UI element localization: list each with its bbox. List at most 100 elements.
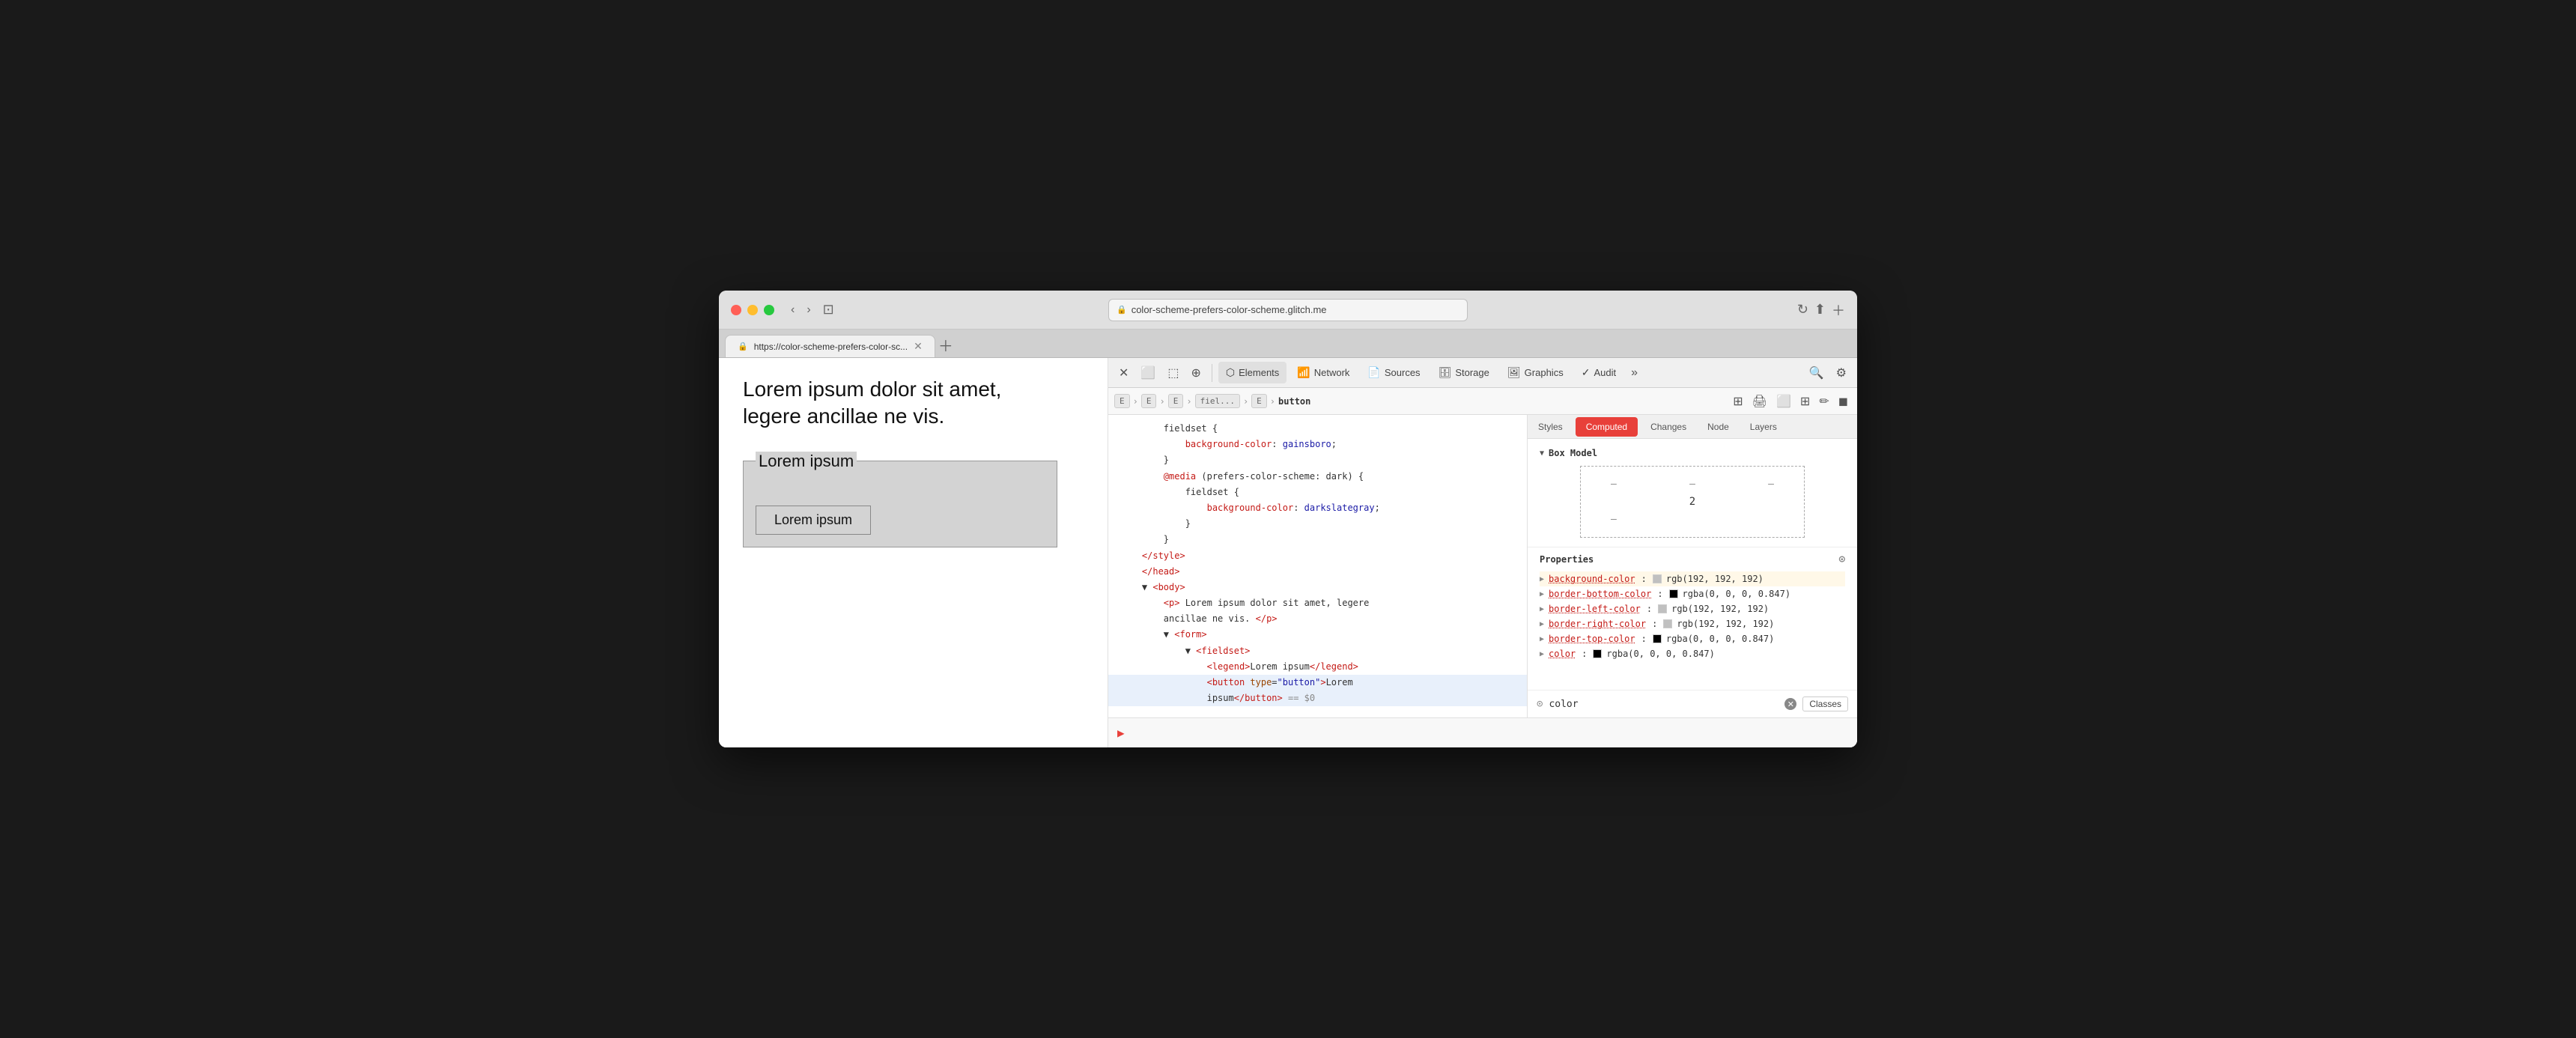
undock-button[interactable]: ⬜ bbox=[1136, 362, 1160, 383]
breadcrumb-item-current[interactable]: button bbox=[1278, 396, 1310, 407]
prop-arrow-1[interactable]: ▶ bbox=[1540, 575, 1544, 583]
tab-layers[interactable]: Layers bbox=[1740, 417, 1787, 437]
box-tool-button[interactable]: ⬜ bbox=[1773, 392, 1794, 410]
classes-button[interactable]: Classes bbox=[1802, 696, 1848, 711]
close-devtools-button[interactable]: ✕ bbox=[1114, 362, 1133, 383]
bm-bottom-dash: – bbox=[1611, 514, 1617, 525]
breadcrumb-arrow-4: › bbox=[1243, 396, 1248, 407]
prop-arrow-4[interactable]: ▶ bbox=[1540, 620, 1544, 628]
maximize-button[interactable] bbox=[764, 305, 774, 315]
add-tab-button[interactable]: ＋ bbox=[938, 334, 953, 356]
prop-swatch-1[interactable] bbox=[1653, 574, 1662, 583]
prop-border-left-color[interactable]: ▶ border-left-color : rgb(192, 192, 192) bbox=[1540, 601, 1845, 616]
grid2-tool-button[interactable]: ⊞ bbox=[1797, 392, 1813, 410]
styles-panel: Styles Computed Changes Node Layers ▼ Bo… bbox=[1528, 415, 1857, 717]
prop-name-2: border-bottom-color bbox=[1549, 589, 1651, 599]
prop-swatch-2[interactable] bbox=[1669, 589, 1678, 598]
code-line-selected[interactable]: <button type="button">Lorem bbox=[1108, 675, 1527, 691]
prop-arrow-3[interactable]: ▶ bbox=[1540, 605, 1544, 613]
tab-close-button[interactable]: ✕ bbox=[914, 340, 923, 353]
box-model-section: ▼ Box Model – – – bbox=[1528, 439, 1857, 547]
prop-background-color[interactable]: ▶ background-color : rgb(192, 192, 192) bbox=[1540, 571, 1845, 586]
breadcrumb-item-2[interactable]: E bbox=[1141, 394, 1157, 408]
box-model-title: Box Model bbox=[1549, 448, 1597, 458]
new-tab-button[interactable]: ＋ bbox=[1832, 300, 1845, 320]
breadcrumb-arrow-1: › bbox=[1133, 396, 1138, 407]
reload-button[interactable]: ↻ bbox=[1797, 302, 1808, 318]
code-line-selected-2[interactable]: ipsum</button> == $0 bbox=[1108, 691, 1527, 706]
forward-button[interactable]: › bbox=[802, 300, 815, 320]
tab-favicon: 🔒 bbox=[738, 342, 748, 351]
share-button[interactable]: ⬆ bbox=[1814, 302, 1826, 318]
prop-swatch-3[interactable] bbox=[1658, 604, 1667, 613]
prop-name-3: border-left-color bbox=[1549, 604, 1641, 614]
breadcrumb-item-1[interactable]: E bbox=[1114, 394, 1130, 408]
code-line: <p> Lorem ipsum dolor sit amet, legere bbox=[1108, 595, 1527, 611]
box-model-toggle[interactable]: ▼ bbox=[1540, 449, 1544, 458]
prop-arrow-2[interactable]: ▶ bbox=[1540, 590, 1544, 598]
tab-node[interactable]: Node bbox=[1697, 417, 1740, 437]
tab-network[interactable]: 📶 Network bbox=[1289, 362, 1357, 383]
prop-arrow-6[interactable]: ▶ bbox=[1540, 650, 1544, 658]
fieldset-legend: Lorem ipsum bbox=[756, 452, 857, 471]
code-panel[interactable]: fieldset { background-color: gainsboro; … bbox=[1108, 415, 1528, 717]
split-view-button[interactable]: ⊡ bbox=[818, 299, 839, 321]
prop-value-6: rgba(0, 0, 0, 0.847) bbox=[1606, 649, 1715, 659]
settings-button[interactable]: ⚙ bbox=[1832, 362, 1851, 383]
filter-clear-button[interactable]: ✕ bbox=[1784, 698, 1796, 710]
breadcrumb-item-4[interactable]: fiel... bbox=[1195, 394, 1240, 408]
tab-sources[interactable]: 📄 Sources bbox=[1360, 362, 1427, 383]
prop-swatch-5[interactable] bbox=[1653, 634, 1662, 643]
lorem-ipsum-button[interactable]: Lorem ipsum bbox=[756, 506, 871, 535]
audit-icon: ✓ bbox=[1582, 366, 1591, 379]
prop-arrow-5[interactable]: ▶ bbox=[1540, 635, 1544, 643]
console-prompt-icon: ▶ bbox=[1117, 726, 1125, 740]
grid-tool-button[interactable]: ⊞ bbox=[1730, 392, 1746, 410]
back-button[interactable]: ‹ bbox=[786, 300, 799, 320]
paint-tool-button[interactable]: ◼ bbox=[1835, 392, 1851, 410]
dock-button[interactable]: ⬚ bbox=[1163, 362, 1183, 383]
address-bar[interactable]: 🔒 color-scheme-prefers-color-scheme.glit… bbox=[1108, 299, 1468, 321]
tab-audit[interactable]: ✓ Audit bbox=[1574, 362, 1623, 383]
elements-icon: ⬡ bbox=[1226, 366, 1235, 379]
elements-breadcrumb: E › E › E › fiel... › E › button ⊞ 🖨 ⬜ ⊞… bbox=[1108, 388, 1857, 415]
prop-name-4: border-right-color bbox=[1549, 619, 1646, 629]
tab-computed[interactable]: Computed bbox=[1576, 417, 1638, 437]
inspect-button[interactable]: ⊕ bbox=[1186, 362, 1205, 383]
breadcrumb-item-5[interactable]: E bbox=[1251, 394, 1267, 408]
storage-icon: 🗄 bbox=[1439, 366, 1452, 379]
filter-icon: ⊙ bbox=[1537, 698, 1543, 710]
tab-styles[interactable]: Styles bbox=[1528, 417, 1573, 437]
nav-buttons: ‹ › bbox=[786, 300, 815, 320]
minimize-button[interactable] bbox=[747, 305, 758, 315]
filter-input[interactable] bbox=[1549, 699, 1778, 710]
prop-border-right-color[interactable]: ▶ border-right-color : rgb(192, 192, 192… bbox=[1540, 616, 1845, 631]
print-tool-button[interactable]: 🖨 bbox=[1749, 392, 1770, 410]
prop-border-bottom-color[interactable]: ▶ border-bottom-color : rgba(0, 0, 0, 0.… bbox=[1540, 586, 1845, 601]
prop-colon-3: : bbox=[1647, 604, 1652, 614]
prop-value-1: rgb(192, 192, 192) bbox=[1666, 574, 1764, 584]
box-top-row: – – – bbox=[1611, 479, 1774, 490]
prop-color[interactable]: ▶ color : rgba(0, 0, 0, 0.847) bbox=[1540, 646, 1845, 661]
lock-icon: 🔒 bbox=[1117, 305, 1127, 315]
browser-tab[interactable]: 🔒 https://color-scheme-prefers-color-sc.… bbox=[725, 335, 935, 357]
prop-colon-5: : bbox=[1641, 634, 1647, 644]
more-tabs-button[interactable]: » bbox=[1626, 363, 1642, 383]
tab-graphics[interactable]: 🖼 Graphics bbox=[1500, 362, 1571, 383]
close-button[interactable] bbox=[731, 305, 741, 315]
properties-filter-icon[interactable]: ⊙ bbox=[1839, 553, 1845, 565]
tab-elements[interactable]: ⬡ Elements bbox=[1218, 362, 1287, 383]
console-input[interactable] bbox=[1131, 727, 1848, 738]
prop-swatch-6[interactable] bbox=[1593, 649, 1602, 658]
prop-swatch-4[interactable] bbox=[1663, 619, 1672, 628]
pen-tool-button[interactable]: ✏ bbox=[1816, 392, 1832, 410]
tab-changes[interactable]: Changes bbox=[1640, 417, 1697, 437]
search-button[interactable]: 🔍 bbox=[1805, 362, 1829, 383]
code-line: } bbox=[1108, 532, 1527, 547]
prop-border-top-color[interactable]: ▶ border-top-color : rgba(0, 0, 0, 0.847… bbox=[1540, 631, 1845, 646]
properties-section[interactable]: Properties ⊙ ▶ background-color : rgb(19… bbox=[1528, 547, 1857, 690]
breadcrumb-item-3[interactable]: E bbox=[1168, 394, 1184, 408]
tab-storage[interactable]: 🗄 Storage bbox=[1431, 362, 1497, 383]
filter-bar: ⊙ ✕ Classes bbox=[1528, 690, 1857, 717]
prop-name-6: color bbox=[1549, 649, 1576, 659]
